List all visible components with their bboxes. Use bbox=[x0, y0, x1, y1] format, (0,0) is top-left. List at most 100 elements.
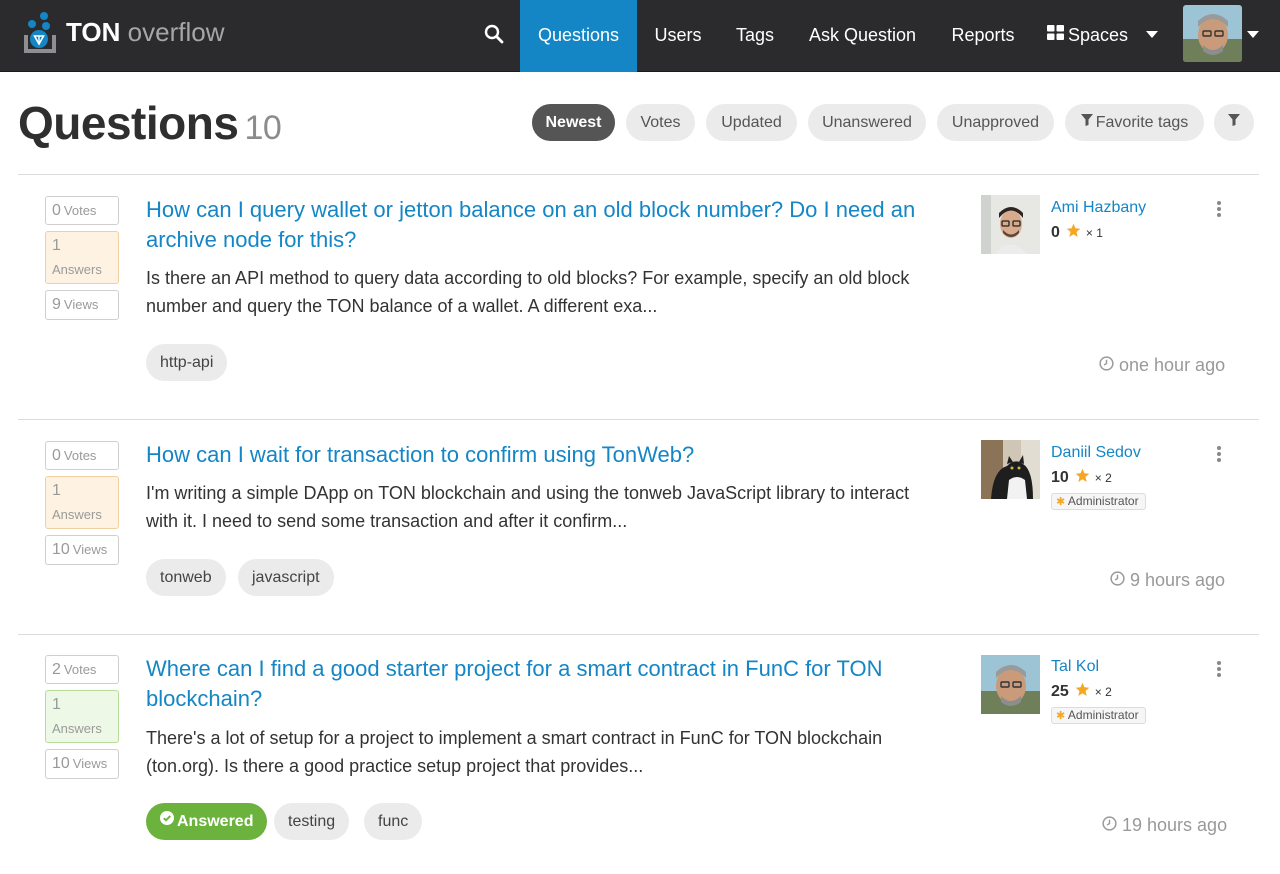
question-excerpt: There's a lot of setup for a project to … bbox=[146, 728, 883, 776]
clock-icon bbox=[1102, 815, 1117, 836]
admin-star-icon: ✱ bbox=[1056, 496, 1066, 508]
page-title-text: Questions bbox=[18, 97, 239, 149]
nav-tags[interactable]: Tags bbox=[727, 0, 783, 72]
question-title-link[interactable]: How can I query wallet or jetton balance… bbox=[146, 195, 946, 255]
top-navbar: TON overflow Questions Users Tags Ask Qu… bbox=[0, 0, 1280, 72]
answers-label: Answers bbox=[52, 721, 102, 736]
tag-javascript[interactable]: javascript bbox=[238, 559, 334, 596]
brand-name-bold: TON bbox=[66, 17, 121, 47]
question-title-link[interactable]: Where can I find a good starter project … bbox=[146, 654, 946, 714]
reputation-points: 25 bbox=[1051, 683, 1069, 700]
filter-button[interactable] bbox=[1214, 104, 1254, 141]
nav-questions[interactable]: Questions bbox=[520, 0, 637, 72]
answers-stat: 1 Answers bbox=[45, 231, 119, 284]
tag-http-api[interactable]: http-api bbox=[146, 344, 228, 381]
answered-badge-label: Answered bbox=[177, 813, 254, 830]
views-label: Views bbox=[72, 756, 108, 771]
author-avatar[interactable] bbox=[981, 440, 1040, 499]
star-icon bbox=[1075, 682, 1090, 702]
answers-count: 1 bbox=[52, 696, 61, 713]
more-options-icon[interactable] bbox=[1215, 201, 1223, 219]
nav-users[interactable]: Users bbox=[642, 0, 714, 72]
views-count: 9 bbox=[52, 296, 61, 313]
votes-label: Votes bbox=[63, 662, 97, 677]
search-icon[interactable] bbox=[484, 24, 504, 44]
views-stat: 9 Views bbox=[45, 290, 119, 320]
admin-star-icon: ✱ bbox=[1056, 710, 1066, 722]
post-time: one hour ago bbox=[1099, 355, 1225, 376]
answers-count: 1 bbox=[52, 482, 61, 499]
administrator-badge: ✱ Administrator bbox=[1051, 707, 1146, 724]
author-name-link[interactable]: Ami Hazbany bbox=[1051, 199, 1146, 217]
author-name-link[interactable]: Daniil Sedov bbox=[1051, 444, 1141, 462]
star-multiplier: × 2 bbox=[1094, 685, 1112, 699]
ton-logo-icon bbox=[22, 9, 58, 55]
sort-favorite-tags[interactable]: Favorite tags bbox=[1065, 104, 1204, 141]
clock-icon bbox=[1110, 570, 1125, 591]
votes-count: 0 bbox=[52, 202, 61, 219]
answers-label: Answers bbox=[52, 262, 102, 277]
votes-stat: 2 Votes bbox=[45, 655, 119, 684]
views-stat: 10 Views bbox=[45, 535, 119, 565]
question-excerpt: Is there an API method to query data acc… bbox=[146, 268, 910, 316]
brand-name-light: overflow bbox=[127, 17, 225, 47]
question-count: 10 bbox=[244, 109, 282, 147]
grid-icon bbox=[1047, 0, 1064, 69]
votes-count: 0 bbox=[52, 447, 61, 464]
author-avatar[interactable] bbox=[981, 195, 1040, 254]
votes-label: Votes bbox=[63, 203, 97, 218]
nav-ask-question[interactable]: Ask Question bbox=[801, 0, 924, 72]
views-label: Views bbox=[72, 542, 108, 557]
author-avatar[interactable] bbox=[981, 655, 1040, 714]
answers-label: Answers bbox=[52, 507, 102, 522]
author-name-link[interactable]: Tal Kol bbox=[1051, 658, 1099, 676]
spaces-caret-icon bbox=[1146, 31, 1158, 38]
reputation-points: 10 bbox=[1051, 469, 1069, 486]
nav-reports[interactable]: Reports bbox=[942, 0, 1024, 72]
clock-icon bbox=[1099, 355, 1114, 376]
post-time: 19 hours ago bbox=[1102, 815, 1227, 836]
author-reputation: 0 × 1 bbox=[1051, 223, 1103, 243]
post-time-text: 19 hours ago bbox=[1122, 815, 1228, 835]
votes-count: 2 bbox=[52, 661, 61, 678]
question-row: 2 Votes 1 Answers 10 Views Where can I find… bbox=[0, 635, 1280, 874]
question-row: 0 Votes 1 Answers 10 Views How can I wait f… bbox=[0, 420, 1280, 634]
user-avatar[interactable] bbox=[1183, 5, 1242, 62]
star-icon bbox=[1075, 468, 1090, 488]
answered-badge: Answered bbox=[146, 802, 268, 840]
post-time: 9 hours ago bbox=[1110, 570, 1225, 591]
sort-unapproved[interactable]: Unapproved bbox=[937, 104, 1054, 141]
question-excerpt: I'm writing a simple DApp on TON blockch… bbox=[146, 483, 910, 531]
favorite-tags-label: Favorite tags bbox=[1095, 114, 1189, 131]
star-multiplier: × 2 bbox=[1094, 471, 1112, 485]
sort-unanswered[interactable]: Unanswered bbox=[808, 104, 926, 141]
votes-stat: 0 Votes bbox=[45, 196, 119, 225]
tag-testing[interactable]: testing bbox=[274, 803, 350, 840]
views-stat: 10 Views bbox=[45, 749, 119, 779]
sort-votes[interactable]: Votes bbox=[626, 104, 695, 141]
question-row: 0 Votes 1 Answers 9 Views How can I query w… bbox=[0, 175, 1280, 419]
administrator-badge-label: Administrator bbox=[1067, 708, 1139, 722]
tag-tonweb[interactable]: tonweb bbox=[146, 559, 226, 596]
answers-count: 1 bbox=[52, 237, 61, 254]
post-time-text: one hour ago bbox=[1119, 355, 1226, 375]
question-title-link[interactable]: How can I wait for transaction to confir… bbox=[146, 440, 946, 470]
tag-func[interactable]: func bbox=[364, 803, 423, 840]
check-circle-icon bbox=[160, 802, 174, 839]
sort-newest[interactable]: Newest bbox=[532, 104, 615, 141]
answers-stat: 1 Answers bbox=[45, 690, 119, 743]
views-count: 10 bbox=[52, 541, 70, 558]
answers-stat: 1 Answers bbox=[45, 476, 119, 529]
views-count: 10 bbox=[52, 755, 70, 772]
reputation-points: 0 bbox=[1051, 224, 1060, 241]
sort-updated[interactable]: Updated bbox=[706, 104, 797, 141]
user-menu-caret-icon[interactable] bbox=[1247, 31, 1259, 38]
votes-stat: 0 Votes bbox=[45, 441, 119, 470]
brand-logo-link[interactable]: TON overflow bbox=[22, 8, 224, 56]
more-options-icon[interactable] bbox=[1215, 661, 1223, 679]
more-options-icon[interactable] bbox=[1215, 446, 1223, 464]
filter-icon bbox=[1080, 103, 1093, 140]
administrator-badge-label: Administrator bbox=[1067, 494, 1139, 508]
page-title: Questions 10 bbox=[18, 96, 282, 150]
star-multiplier: × 1 bbox=[1085, 226, 1103, 240]
